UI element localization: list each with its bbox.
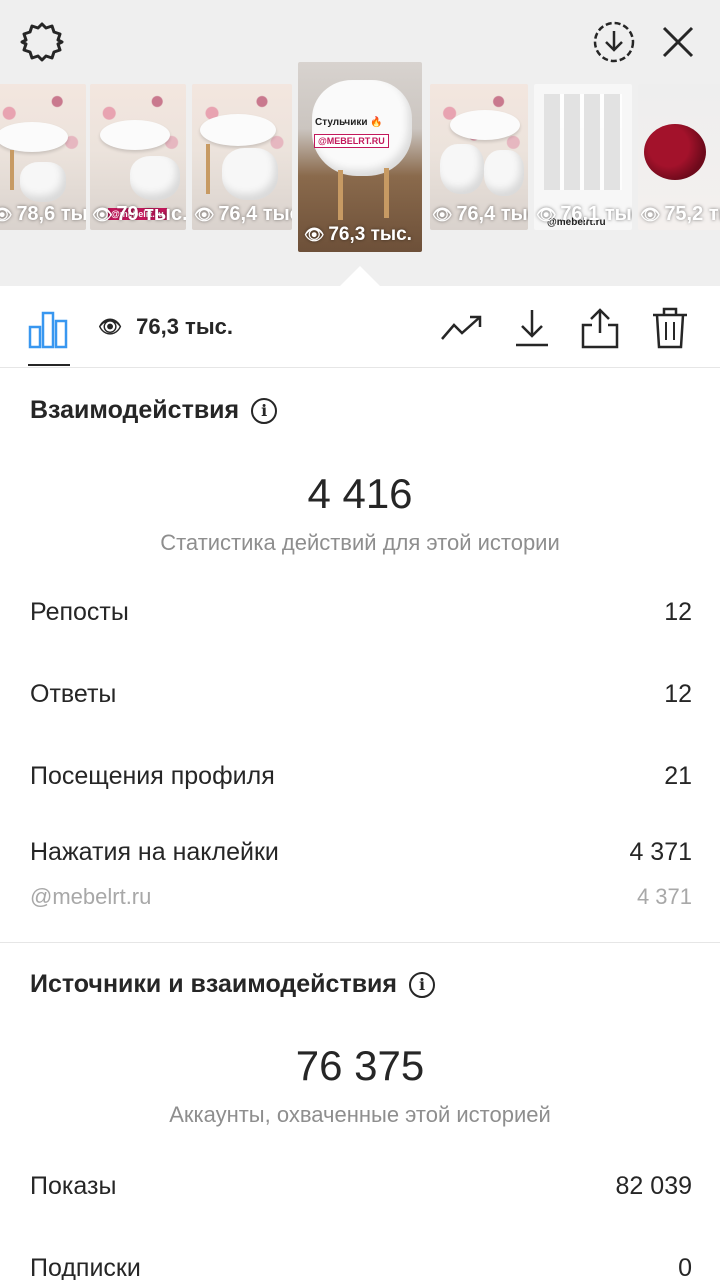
eye-icon: 👁 — [98, 317, 123, 338]
discovery-caption: Аккаунты, охваченные этой историей — [169, 1102, 551, 1127]
interactions-total: 4 416 — [307, 470, 413, 517]
selected-pointer — [340, 266, 380, 286]
stat-label: Ответы — [30, 680, 117, 708]
stat-value: 4 371 — [636, 884, 692, 909]
stat-row-reposts: Репосты 12 — [30, 598, 692, 627]
views-summary: 👁 76,3 тыс. — [98, 314, 233, 340]
story-thumbnail[interactable]: @mebelrt.ru 👁 79 тыс. — [90, 84, 186, 230]
thumbnail-views: 76,4 тыс. — [218, 203, 292, 225]
stat-row-replies: Ответы 12 — [30, 680, 692, 709]
stat-label: Нажатия на наклейки — [30, 838, 279, 866]
stat-label: Показы — [30, 1172, 117, 1200]
stat-label: Посещения профиля — [30, 762, 275, 790]
stat-label: Подписки — [30, 1254, 141, 1280]
thumbnail-sticker: @MEBELRT.RU — [314, 134, 389, 148]
delete-trash-icon[interactable] — [648, 306, 692, 350]
story-thumbnail[interactable]: @mebelrt.ru 👁76,1 тыс. — [534, 84, 632, 230]
stat-row-profile-visits: Посещения профиля 21 — [30, 762, 692, 791]
thumbnail-views: 78,6 тыс. — [16, 203, 86, 225]
eye-icon: 👁 — [536, 206, 557, 224]
stat-value: 82 039 — [615, 1172, 692, 1200]
stat-label: Репосты — [30, 598, 129, 626]
section-divider — [0, 942, 720, 943]
story-thumbnail[interactable]: 👁78,6 тыс. — [0, 84, 86, 230]
interactions-title-text: Взаимодействия — [30, 396, 240, 424]
stat-value: 0 — [678, 1254, 692, 1280]
story-thumbnail[interactable]: 👁76,4 тыс. — [192, 84, 292, 230]
story-archive-header: 👁78,6 тыс. @mebelrt.ru 👁79 тыс. 👁76,4 ты… — [0, 0, 720, 286]
discovery-total: 76 375 — [295, 1042, 425, 1089]
story-thumbnail[interactable]: 👁75,2 тыс. — [638, 84, 720, 230]
stat-row-sticker-mention: @mebelrt.ru 4 371 — [30, 884, 692, 910]
discovery-title-text: Источники и взаимодействия — [30, 970, 398, 998]
interactions-section-title: Взаимодействия i — [30, 396, 278, 425]
thumbnail-caption: Стульчики 🔥 — [315, 117, 383, 128]
stat-row-follows: Подписки 0 — [30, 1254, 692, 1280]
eye-icon: 👁 — [432, 206, 453, 224]
story-thumbnail-selected[interactable]: Стульчики 🔥 @MEBELRT.RU 👁 76,3 тыс. — [298, 62, 422, 252]
stat-row-sticker-taps: Нажатия на наклейки 4 371 — [30, 838, 692, 867]
eye-icon: 👁 — [640, 206, 661, 224]
info-icon[interactable]: i — [251, 397, 278, 424]
stat-row-impressions: Показы 82 039 — [30, 1172, 692, 1201]
download-circle-icon[interactable] — [590, 18, 638, 66]
interactions-caption: Статистика действий для этой истории — [160, 530, 560, 555]
thumbnail-views: 76,4 тыс. — [456, 203, 528, 225]
eye-icon: 👁 — [304, 227, 325, 244]
story-thumbnail[interactable]: 👁76,4 тыс. — [430, 84, 528, 230]
active-tab-indicator — [28, 364, 70, 366]
settings-gear-icon[interactable] — [18, 18, 66, 66]
thumbnail-views: 76,1 тыс. — [560, 203, 632, 225]
eye-icon: 👁 — [92, 206, 113, 224]
insights-bar-chart-icon[interactable] — [26, 306, 70, 350]
thumbnail-views: 75,2 тыс. — [664, 203, 720, 225]
stat-value: 4 371 — [629, 838, 692, 866]
stat-label: @mebelrt.ru — [30, 884, 152, 909]
stat-value: 12 — [664, 680, 692, 708]
thumbnail-views: 79 тыс. — [116, 203, 186, 225]
stat-value: 21 — [664, 762, 692, 790]
eye-icon: 👁 — [194, 206, 215, 224]
views-count: 76,3 тыс. — [136, 314, 233, 339]
story-thumbnail-strip[interactable]: 👁78,6 тыс. @mebelrt.ru 👁79 тыс. 👁76,4 ты… — [0, 62, 720, 252]
thumbnail-views: 76,3 тыс. — [328, 224, 412, 245]
info-icon[interactable]: i — [409, 971, 436, 998]
eye-icon: 👁 — [0, 206, 13, 224]
share-icon[interactable] — [578, 306, 622, 350]
close-icon[interactable] — [654, 18, 702, 66]
stat-value: 12 — [664, 598, 692, 626]
save-download-icon[interactable] — [510, 306, 554, 350]
insights-toolbar: 👁 76,3 тыс. — [0, 286, 720, 368]
discovery-section-title: Источники и взаимодействия i — [30, 970, 436, 999]
trend-icon[interactable] — [440, 306, 484, 350]
